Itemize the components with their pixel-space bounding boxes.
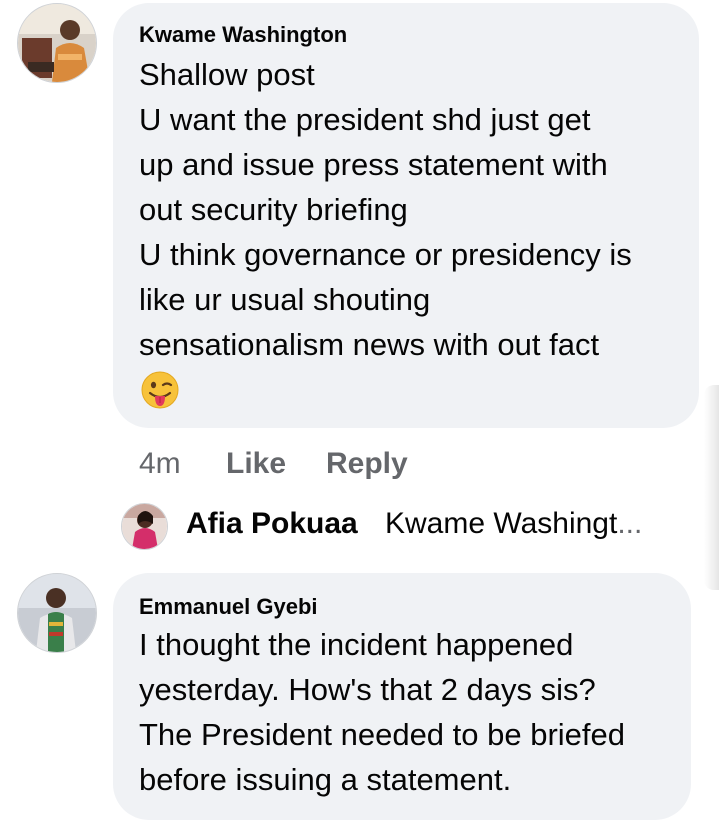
avatar-emmanuel-gyebi[interactable] bbox=[17, 573, 97, 653]
edge-overlay bbox=[704, 385, 719, 590]
reply-button[interactable]: Reply bbox=[326, 446, 408, 482]
profile-photo-icon bbox=[18, 4, 96, 82]
comment-text-line: out security briefing bbox=[139, 192, 408, 227]
avatar-afia-pokuaa[interactable] bbox=[121, 503, 168, 550]
profile-photo-icon bbox=[18, 574, 96, 652]
comment-text-line: I thought the incident happened bbox=[139, 627, 574, 662]
reply-preview-snippet: Kwame Washingt bbox=[385, 507, 618, 540]
comment-text-line: sensationalism news with out fact bbox=[139, 327, 600, 362]
comment-text-line: U want the president shd just get bbox=[139, 102, 591, 137]
comment-text-line: yesterday. How's that 2 days sis? bbox=[139, 672, 596, 707]
comment-author[interactable]: Kwame Washington bbox=[139, 22, 347, 48]
profile-photo-icon bbox=[122, 504, 167, 549]
comment-text-line: The President needed to be briefed bbox=[139, 717, 626, 752]
winking-face-with-tongue-icon bbox=[141, 371, 179, 409]
comment-text-line: like ur usual shouting bbox=[139, 282, 431, 317]
reply-preview-ellipsis: ... bbox=[617, 507, 643, 540]
comment-timestamp: 4m bbox=[139, 447, 181, 480]
comment-author[interactable]: Emmanuel Gyebi bbox=[139, 594, 318, 620]
avatar-kwame-washington[interactable] bbox=[17, 3, 97, 83]
reply-author[interactable]: Afia Pokuaa bbox=[186, 507, 358, 541]
comment-text-line: up and issue press statement with bbox=[139, 147, 608, 182]
reply-preview-text[interactable]: Kwame Washingt... bbox=[385, 507, 642, 541]
like-button[interactable]: Like bbox=[226, 446, 286, 482]
comment-text-line: Shallow post bbox=[139, 57, 315, 92]
comment-text-line: before issuing a statement. bbox=[139, 762, 512, 797]
comment-text-line: U think governance or presidency is bbox=[139, 237, 632, 272]
